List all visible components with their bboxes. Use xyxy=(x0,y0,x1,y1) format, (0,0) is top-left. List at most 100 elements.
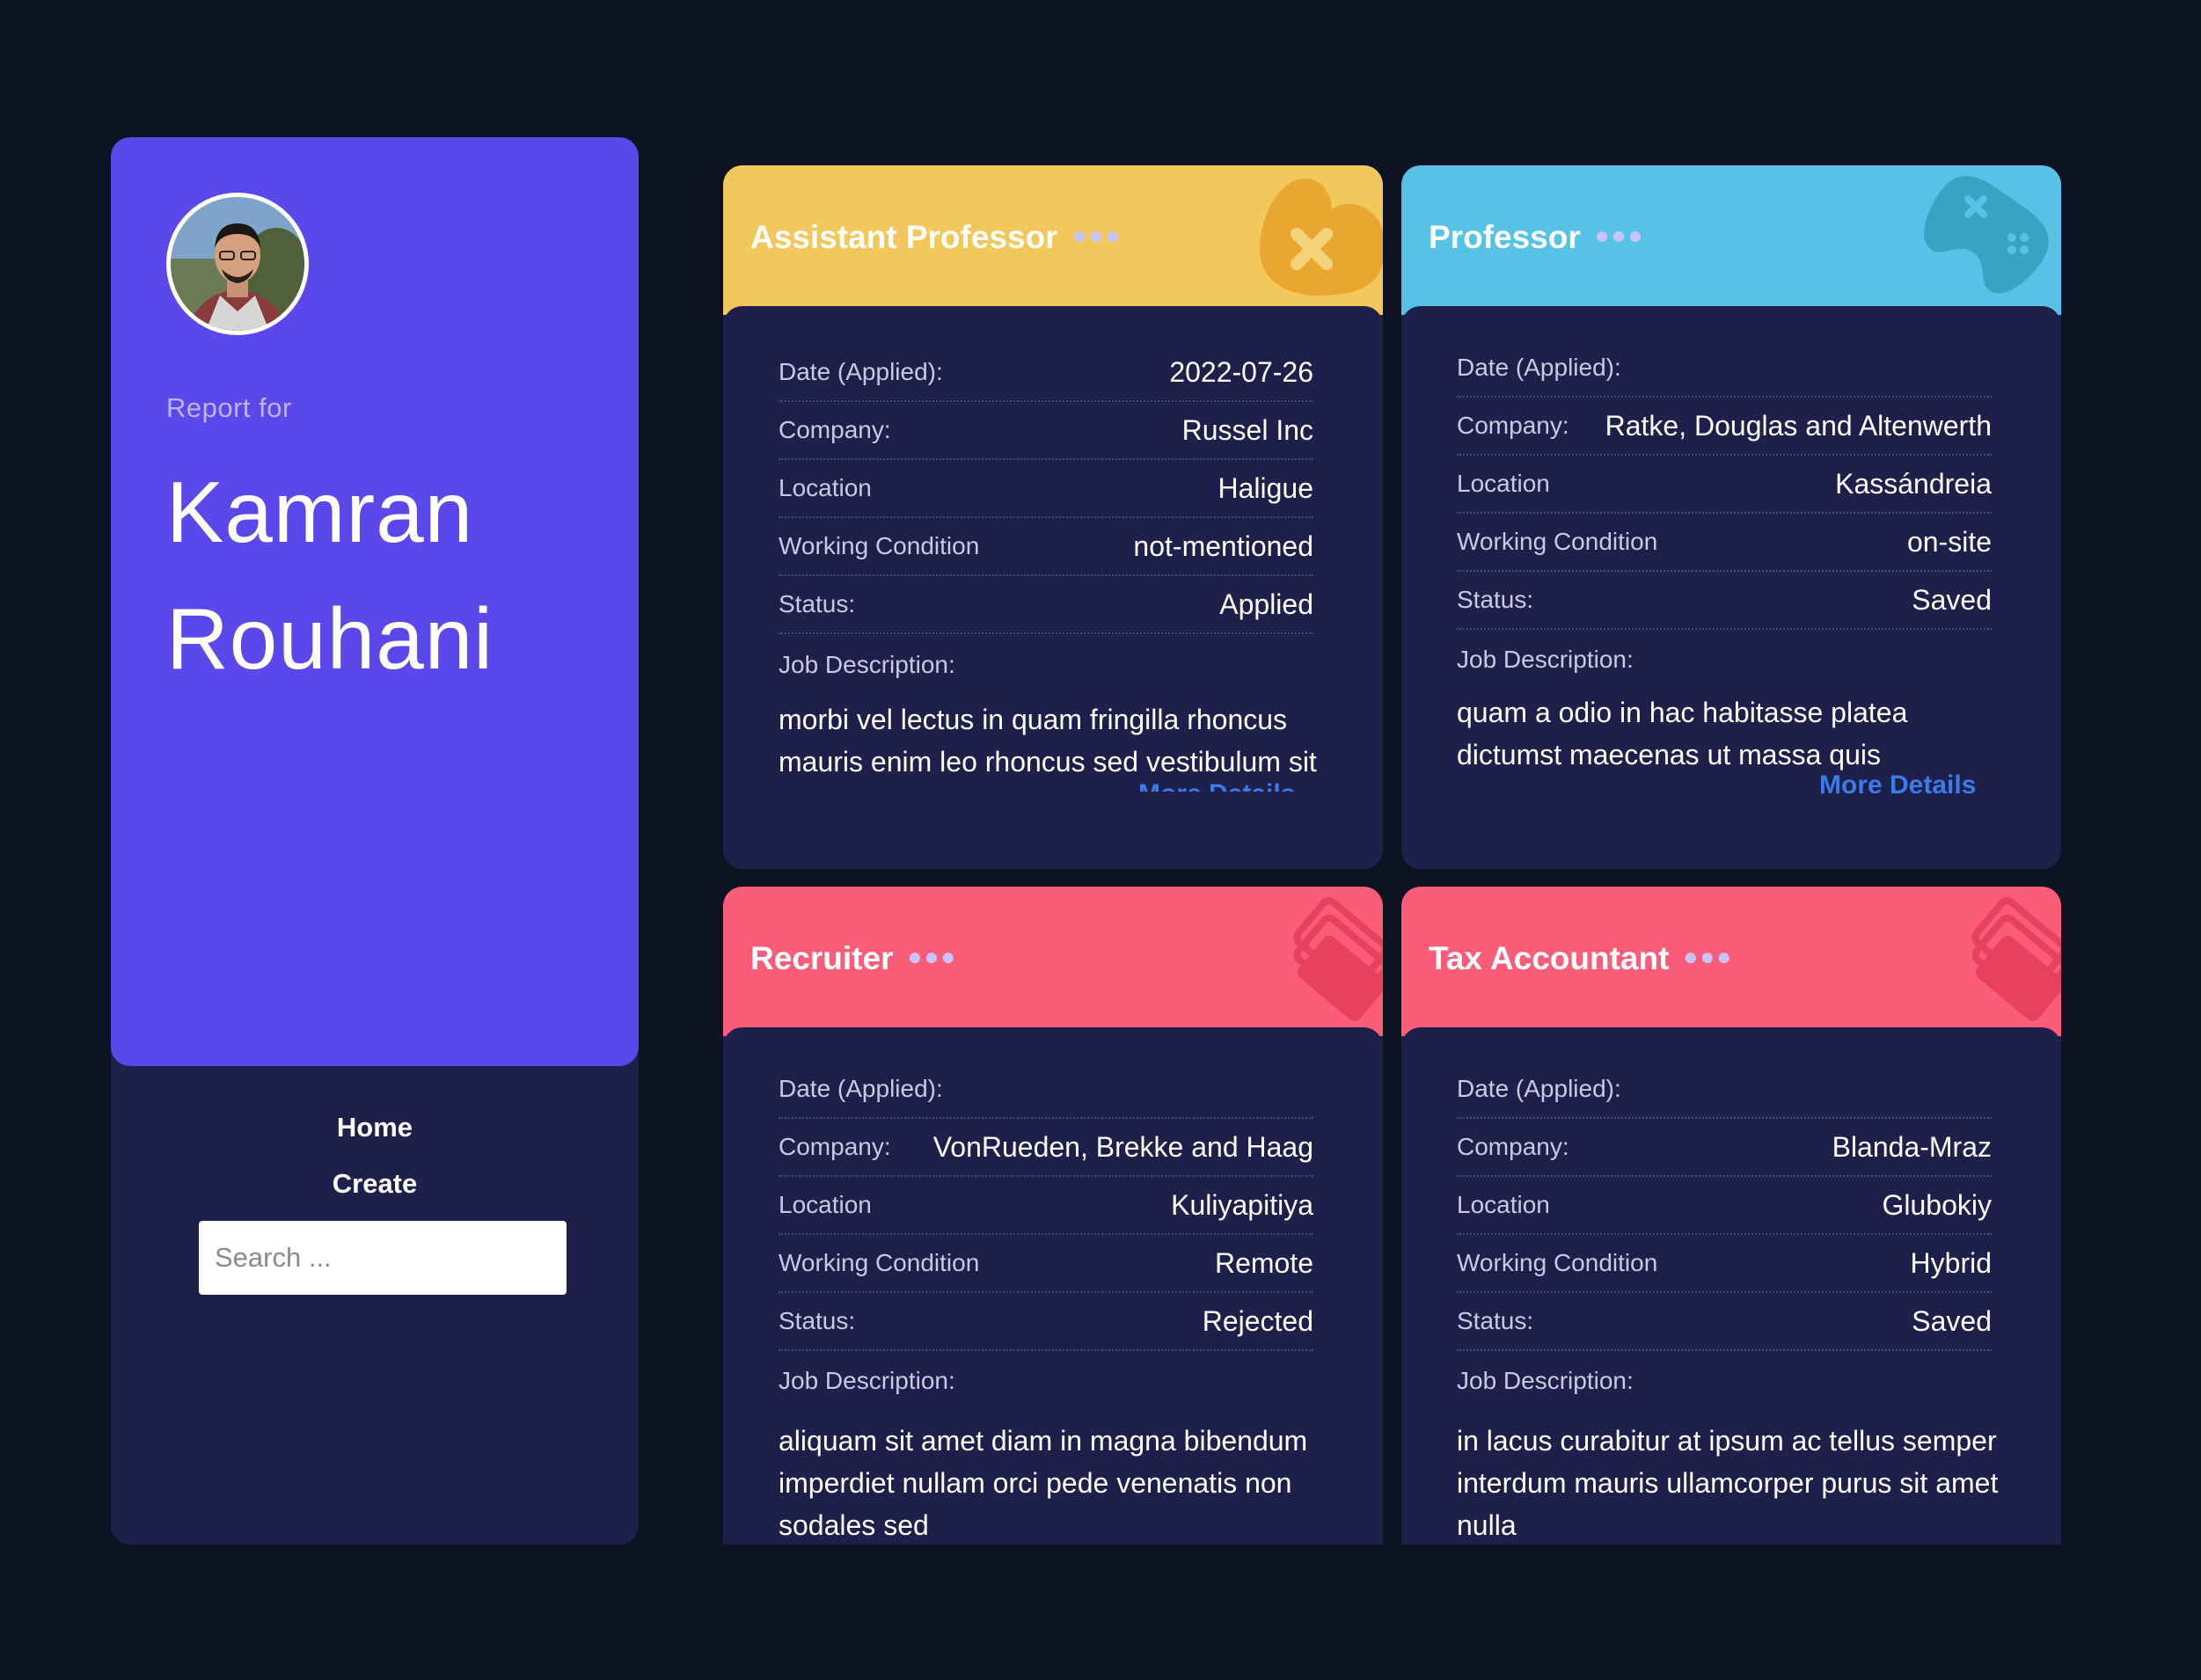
heart-x-icon xyxy=(1260,179,1383,296)
working-condition-value: not-mentioned xyxy=(1133,530,1313,562)
job-card-header: Tax Accountant ●●● xyxy=(1401,887,2061,1036)
date-label: Date (Applied): xyxy=(1457,354,1621,381)
working-condition-label: Working Condition xyxy=(1457,528,1658,555)
working-condition-row: Working Condition Hybrid xyxy=(1457,1235,1992,1293)
job-description-label: Job Description: xyxy=(1457,646,1634,673)
tickets-icon xyxy=(1971,897,2061,1022)
date-label: Date (Applied): xyxy=(1457,1075,1621,1102)
date-label: Date (Applied): xyxy=(779,1075,943,1102)
location-value: Kuliyapitiya xyxy=(1171,1188,1313,1221)
job-title: Professor xyxy=(1429,219,1581,255)
job-description-text: quam a odio in hac habitasse platea dict… xyxy=(1457,697,1908,771)
nav-create-link[interactable]: Create xyxy=(111,1168,639,1200)
location-label: Location xyxy=(1457,1191,1550,1218)
status-row: Status: Applied xyxy=(779,576,1313,634)
working-condition-row: Working Condition not-mentioned xyxy=(779,518,1313,576)
company-value: Blanda-Mraz xyxy=(1832,1130,1992,1163)
location-value: Glubokiy xyxy=(1882,1188,1993,1221)
status-label: Status: xyxy=(1457,1307,1534,1334)
company-row: Company: VonRueden, Brekke and Haag xyxy=(779,1119,1313,1177)
job-card-header: Assistant Professor ●●● xyxy=(723,165,1383,315)
gamepad-icon xyxy=(1924,176,2049,294)
date-row: Date (Applied): xyxy=(1457,1061,1992,1119)
job-description-text: aliquam sit amet diam in magna bibendum … xyxy=(779,1425,1308,1541)
tickets-icon xyxy=(1293,897,1383,1022)
job-description-label: Job Description: xyxy=(779,1367,955,1394)
job-card: Recruiter ●●● Date (Applied): Company: Vo… xyxy=(723,887,1383,1545)
location-row: Location Kassándreia xyxy=(1457,456,1992,514)
job-title: Recruiter xyxy=(750,940,894,976)
job-card-header: Professor ●●● xyxy=(1401,165,2061,315)
location-value: Haligue xyxy=(1217,471,1313,504)
report-for-label: Report for xyxy=(166,392,292,423)
more-details-link[interactable]: More Details xyxy=(1819,771,1976,793)
working-condition-label: Working Condition xyxy=(779,1249,980,1276)
job-title: Tax Accountant xyxy=(1429,940,1670,976)
working-condition-label: Working Condition xyxy=(779,532,980,559)
job-card-header: Recruiter ●●● xyxy=(723,887,1383,1036)
job-title: Assistant Professor xyxy=(750,219,1058,255)
working-condition-label: Working Condition xyxy=(1457,1249,1658,1276)
more-details-link[interactable]: More Details xyxy=(1138,779,1295,792)
status-value: Saved xyxy=(1912,583,1992,616)
working-condition-value: on-site xyxy=(1906,525,1992,558)
status-row: Status: Saved xyxy=(1457,572,1992,630)
company-value: Russel Inc xyxy=(1181,413,1313,446)
job-description-text: morbi vel lectus in quam fringilla rhonc… xyxy=(779,704,1317,778)
avatar xyxy=(166,193,309,335)
job-description-label: Job Description: xyxy=(779,651,955,678)
location-label: Location xyxy=(1457,470,1550,497)
company-label: Company: xyxy=(1457,1133,1569,1160)
status-label: Status: xyxy=(1457,586,1534,613)
company-row: Company: Russel Inc xyxy=(779,402,1313,460)
status-value: Rejected xyxy=(1202,1304,1313,1337)
working-condition-value: Hybrid xyxy=(1910,1246,1992,1279)
date-value: 2022-07-26 xyxy=(1169,355,1313,388)
location-row: Location Glubokiy xyxy=(1457,1177,1992,1235)
working-condition-value: Remote xyxy=(1214,1246,1313,1279)
job-card-body: Date (Applied): Company: Blanda-Mraz Loc… xyxy=(1401,1027,2061,1545)
job-card-body: Date (Applied): Company: Ratke, Douglas … xyxy=(1401,306,2061,869)
more-options-icon[interactable]: ●●● xyxy=(1683,943,1733,971)
status-row: Status: Rejected xyxy=(779,1293,1313,1351)
profile-sidebar: Report for Kamran Rouhani Home Create xyxy=(111,137,639,1545)
working-condition-row: Working Condition Remote xyxy=(779,1235,1313,1293)
status-value: Saved xyxy=(1912,1304,1992,1337)
more-options-icon[interactable]: ●●● xyxy=(1072,222,1122,250)
company-label: Company: xyxy=(1457,412,1569,439)
location-label: Location xyxy=(779,1191,872,1218)
job-card-body: Date (Applied): 2022-07-26 Company: Russ… xyxy=(723,306,1383,869)
profile-last-name: Rouhani xyxy=(166,590,494,687)
nav-home-link[interactable]: Home xyxy=(111,1112,639,1143)
profile-first-name: Kamran xyxy=(166,464,474,560)
status-label: Status: xyxy=(779,590,856,617)
job-card: Assistant Professor ●●● Date (Applied): 2… xyxy=(723,165,1383,869)
date-row: Date (Applied): xyxy=(1457,340,1992,398)
company-value: VonRueden, Brekke and Haag xyxy=(932,1130,1313,1163)
job-description-label: Job Description: xyxy=(1457,1367,1634,1394)
job-description-text: in lacus curabitur at ipsum ac tellus se… xyxy=(1457,1425,1999,1541)
profile-card: Report for Kamran Rouhani xyxy=(111,137,639,1066)
company-label: Company: xyxy=(779,1133,891,1160)
location-value: Kassándreia xyxy=(1835,467,1992,500)
job-card: Tax Accountant ●●● Date (Applied): Compan… xyxy=(1401,887,2061,1545)
status-row: Status: Saved xyxy=(1457,1293,1992,1351)
location-label: Location xyxy=(779,474,872,501)
date-row: Date (Applied): 2022-07-26 xyxy=(779,344,1313,402)
company-value: Ratke, Douglas and Altenwerth xyxy=(1605,409,1992,442)
job-card-body: Date (Applied): Company: VonRueden, Brek… xyxy=(723,1027,1383,1545)
more-options-icon[interactable]: ●●● xyxy=(907,943,957,971)
date-label: Date (Applied): xyxy=(779,358,943,385)
company-label: Company: xyxy=(779,416,891,443)
company-row: Company: Blanda-Mraz xyxy=(1457,1119,1992,1177)
search-input[interactable] xyxy=(199,1221,567,1295)
status-label: Status: xyxy=(779,1307,856,1334)
working-condition-row: Working Condition on-site xyxy=(1457,514,1992,572)
location-row: Location Kuliyapitiya xyxy=(779,1177,1313,1235)
location-row: Location Haligue xyxy=(779,460,1313,518)
status-value: Applied xyxy=(1219,588,1313,620)
more-options-icon[interactable]: ●●● xyxy=(1595,222,1645,250)
date-row: Date (Applied): xyxy=(779,1061,1313,1119)
company-row: Company: Ratke, Douglas and Altenwerth xyxy=(1457,398,1992,456)
job-card: Professor ●●● Date (Applied): Company: Ra… xyxy=(1401,165,2061,869)
